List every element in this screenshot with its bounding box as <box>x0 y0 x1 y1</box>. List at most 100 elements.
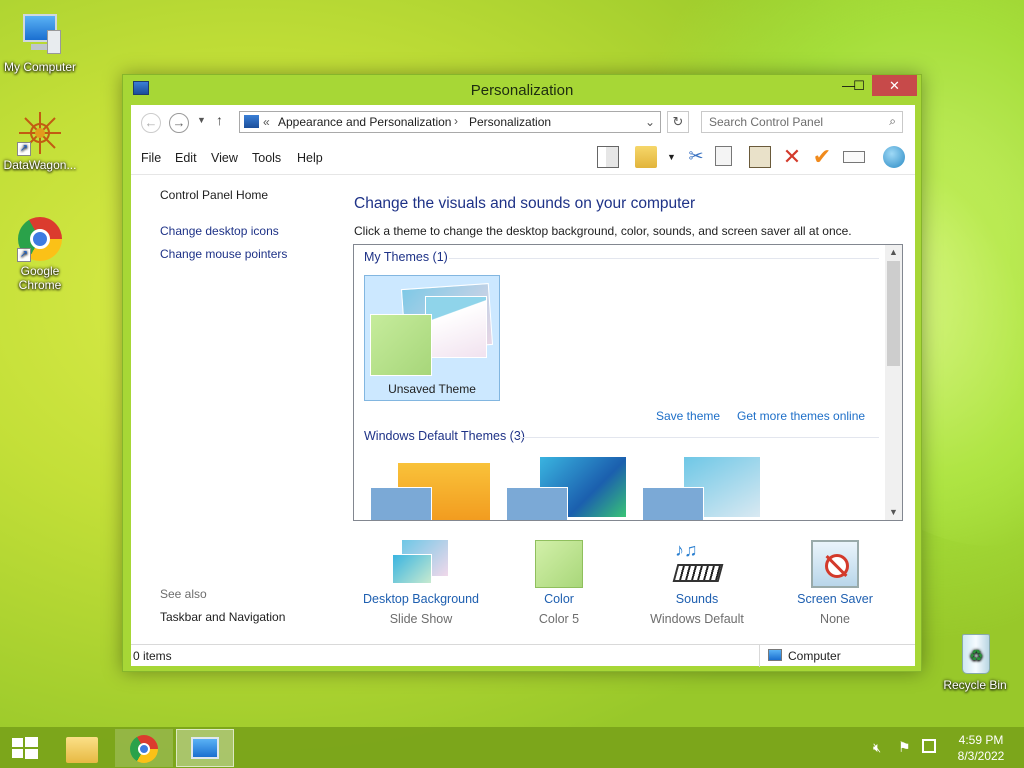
color-label[interactable]: Color <box>489 592 629 606</box>
clock[interactable]: 4:59 PM 8/3/2022 <box>950 732 1012 764</box>
breadcrumb-appearance[interactable]: Appearance and Personalization <box>278 115 451 129</box>
unsaved-theme-tile[interactable]: Unsaved Theme <box>364 275 500 401</box>
save-theme-link[interactable]: Save theme <box>656 409 720 423</box>
taskbar-chrome[interactable] <box>115 729 173 767</box>
theme-lines-and-colors[interactable] <box>504 457 629 520</box>
folder-icon <box>66 737 98 763</box>
screen-saver-icon <box>811 540 859 588</box>
desktop-icon-label: DataWagon... <box>3 158 77 172</box>
menu-help[interactable]: Help <box>297 151 323 165</box>
sounds-setting[interactable]: ♪♫ Sounds Windows Default <box>627 540 767 626</box>
close-button[interactable]: ✕ <box>872 75 917 96</box>
search-input[interactable]: Search Control Panel <box>709 115 823 129</box>
theme-windows[interactable] <box>368 457 493 520</box>
rename-icon[interactable] <box>843 151 865 163</box>
desktop-icon-label: Google Chrome <box>18 264 62 292</box>
preview-pane-icon[interactable] <box>597 146 619 168</box>
volume-muted-icon[interactable]: 🔇︎ <box>873 740 881 756</box>
network-icon[interactable] <box>922 739 936 753</box>
menu-tools[interactable]: Tools <box>252 151 281 165</box>
color-value: Color 5 <box>538 612 580 626</box>
control-panel-icon <box>191 737 219 759</box>
search-box[interactable]: Search Control Panel ⌕ <box>701 111 903 133</box>
paste-icon[interactable] <box>749 146 771 168</box>
menu-file[interactable]: File <box>141 151 161 165</box>
theme-photo-stack <box>425 296 487 358</box>
location-label: Computer <box>788 649 841 663</box>
sounds-label[interactable]: Sounds <box>627 592 767 606</box>
taskbar-navigation-link[interactable]: Taskbar and Navigation <box>160 610 285 624</box>
screen-saver-setting[interactable]: Screen Saver None <box>765 540 905 626</box>
menu-edit[interactable]: Edit <box>175 151 197 165</box>
desktop-icon-datawagon[interactable]: ↗ DataWagon... <box>0 110 80 172</box>
windows-logo-icon <box>12 737 38 759</box>
page-heading: Change the visuals and sounds on your co… <box>354 195 696 212</box>
up-arrow-icon[interactable]: ↑ <box>216 112 223 128</box>
address-field[interactable]: « Appearance and Personalization › Perso… <box>239 111 661 133</box>
page-description: Click a theme to change the desktop back… <box>354 224 852 238</box>
desktop-icon-recycle-bin[interactable]: ♻ Recycle Bin <box>935 630 1015 692</box>
window-title: Personalization <box>470 82 574 99</box>
breadcrumb-personalization[interactable]: Personalization <box>469 115 551 129</box>
computer-icon <box>768 649 782 661</box>
properties-check-icon[interactable]: ✔ <box>811 146 833 168</box>
my-themes-header: My Themes (1) <box>364 250 448 264</box>
sounds-icon: ♪♫ <box>671 540 724 588</box>
desktop-icon-my-computer[interactable]: My Computer <box>0 12 80 74</box>
desktop-background-label[interactable]: Desktop Background <box>351 592 491 606</box>
theme-color-swatch <box>370 314 432 376</box>
scroll-down-arrow-icon[interactable]: ▼ <box>889 507 898 517</box>
screen-saver-label[interactable]: Screen Saver <box>765 592 905 606</box>
taskbar: 🔇︎ ⚑ 4:59 PM 8/3/2022 <box>0 727 1024 768</box>
desktop-icon-label: Recycle Bin <box>943 678 1007 692</box>
get-more-themes-link[interactable]: Get more themes online <box>737 409 865 423</box>
theme-flowers[interactable] <box>640 457 765 520</box>
delete-icon[interactable]: ✕ <box>781 146 803 168</box>
folder-icon[interactable] <box>635 146 657 168</box>
copy-icon[interactable] <box>715 146 732 166</box>
taskbar-file-explorer[interactable] <box>56 729 114 767</box>
menu-view[interactable]: View <box>211 151 238 165</box>
unsaved-theme-label: Unsaved Theme <box>388 382 476 396</box>
item-count: 0 items <box>133 649 172 663</box>
personalization-window: Personalization — ☐ ✕ ← → ▼ ↑ « Appearan… <box>122 74 922 672</box>
address-dropdown-chevron-icon[interactable]: ⌄ <box>645 115 655 129</box>
datawagon-logo-icon: ↗ <box>17 110 63 156</box>
cut-icon[interactable]: ✂ <box>685 146 707 168</box>
color-swatch-icon <box>535 540 583 588</box>
change-mouse-pointers-link[interactable]: Change mouse pointers <box>160 247 287 261</box>
change-desktop-icons-link[interactable]: Change desktop icons <box>160 224 279 238</box>
recent-pages-chevron-icon[interactable]: ▼ <box>197 115 206 125</box>
color-setting[interactable]: Color Color 5 <box>489 540 629 626</box>
desktop-background-icon <box>392 540 450 588</box>
search-icon[interactable]: ⌕ <box>889 114 896 129</box>
scroll-up-arrow-icon[interactable]: ▲ <box>889 247 898 257</box>
chrome-icon: ↗ <box>17 216 63 262</box>
default-themes-header: Windows Default Themes (3) <box>364 429 525 443</box>
group-divider <box>519 437 879 438</box>
maximize-button[interactable]: ☐ <box>846 75 872 96</box>
desktop-background-setting[interactable]: Desktop Background Slide Show <box>351 540 491 626</box>
globe-icon[interactable] <box>883 146 905 168</box>
status-bar: 0 items Computer <box>131 644 915 667</box>
recycle-bin-icon: ♻ <box>952 630 998 676</box>
desktop-icon-label: My Computer <box>3 60 77 74</box>
action-center-flag-icon[interactable]: ⚑ <box>898 739 911 756</box>
title-bar[interactable]: Personalization — ☐ ✕ <box>123 75 921 105</box>
back-button[interactable]: ← <box>141 113 161 133</box>
desktop-icon-google-chrome[interactable]: ↗ Google Chrome <box>0 216 80 292</box>
chrome-icon <box>130 735 158 763</box>
group-divider <box>449 258 879 259</box>
forward-button[interactable]: → <box>169 113 189 133</box>
scroll-thumb[interactable] <box>887 261 900 366</box>
taskbar-control-panel[interactable] <box>176 729 234 767</box>
breadcrumb-overflow[interactable]: « <box>263 115 270 129</box>
clock-time: 4:59 PM <box>958 733 1004 747</box>
themes-scrollbar[interactable]: ▲ ▼ <box>885 245 902 520</box>
folder-dropdown-icon[interactable]: ▼ <box>667 152 676 162</box>
refresh-icon[interactable]: ↻ <box>667 111 689 133</box>
start-button[interactable] <box>0 729 58 767</box>
menu-bar: File Edit View Tools Help ▼ ✂ ✕ ✔ ? <box>131 139 915 191</box>
control-panel-icon <box>244 115 259 128</box>
control-panel-home-link[interactable]: Control Panel Home <box>160 188 268 202</box>
